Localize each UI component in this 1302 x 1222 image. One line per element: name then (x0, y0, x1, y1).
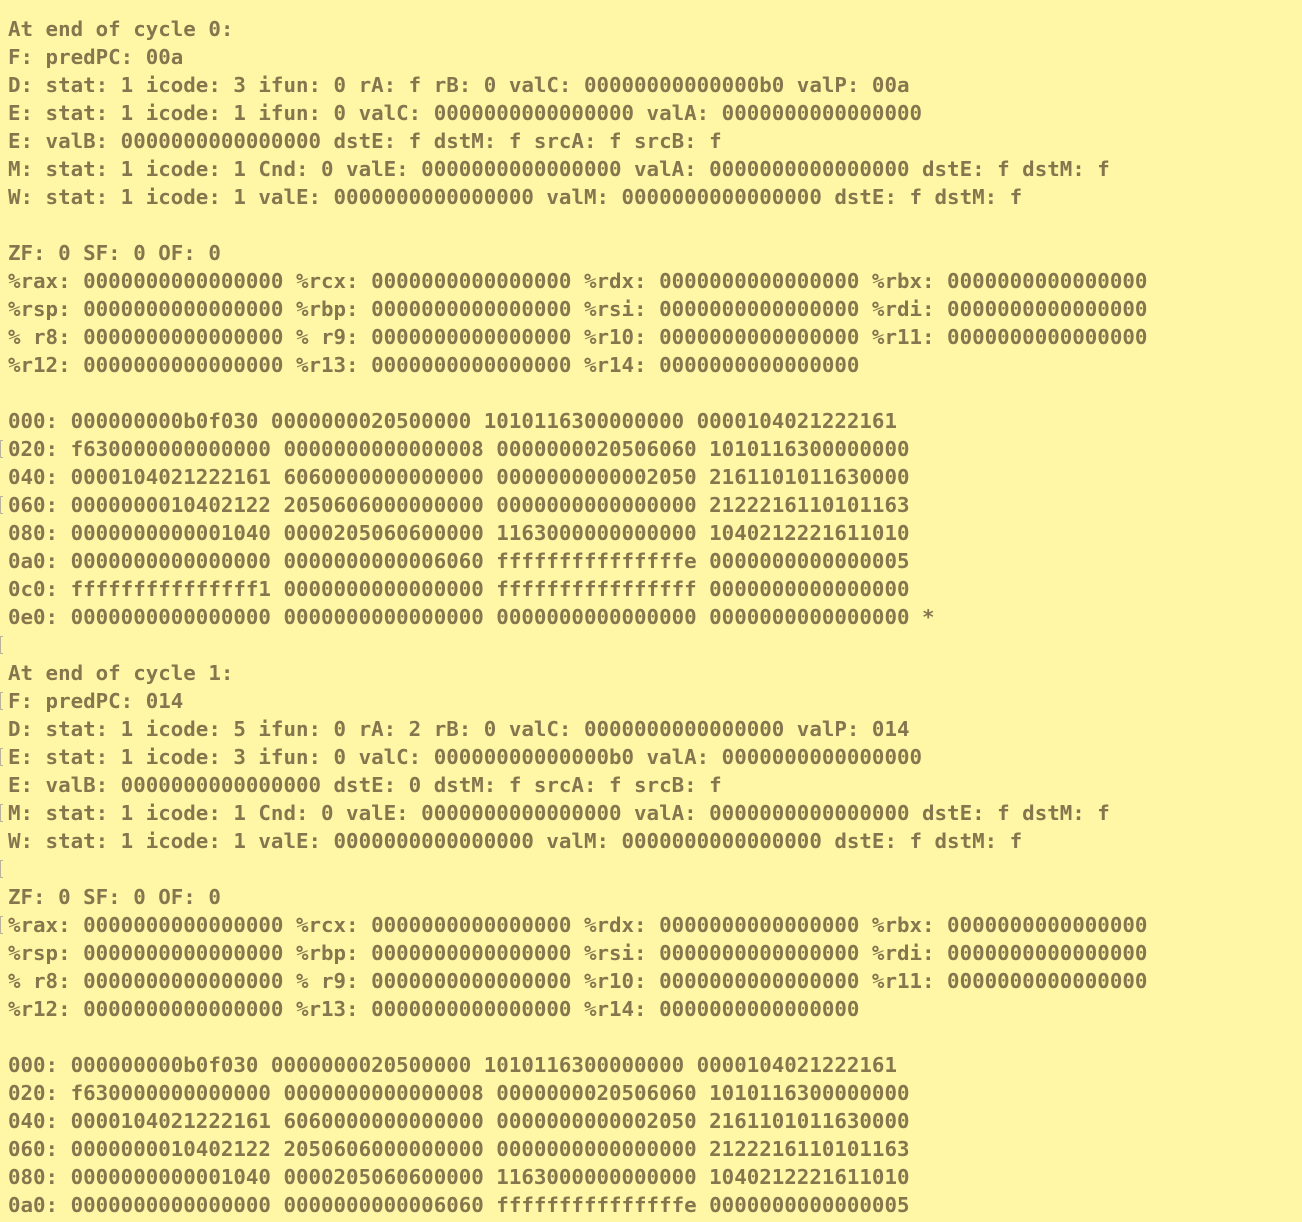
terminal-window[interactable]: At end of cycle 0: F: predPC: 00a D: stat:… (0, 0, 1302, 1222)
terminal-line: D: stat: 1 icode: 5 ifun: 0 rA: 2 rB: 0 … (8, 717, 910, 741)
terminal-line: 060: 0000000010402122 2050606000000000 0… (8, 493, 910, 517)
terminal-line: D: stat: 1 icode: 3 ifun: 0 rA: f rB: 0 … (8, 73, 910, 97)
terminal-line: 020: f630000000000000 0000000000000008 0… (8, 437, 910, 461)
terminal-line: 080: 0000000000001040 0000205060600000 1… (8, 521, 910, 545)
terminal-line: F: predPC: 014 (8, 689, 184, 713)
terminal-line: M: stat: 1 icode: 1 Cnd: 0 valE: 0000000… (8, 157, 1110, 181)
terminal-line: %rsp: 0000000000000000 %rbp: 00000000000… (8, 297, 1148, 321)
terminal-line: %r12: 0000000000000000 %r13: 00000000000… (8, 353, 860, 377)
terminal-line: ZF: 0 SF: 0 OF: 0 (8, 241, 221, 265)
terminal-line: 080: 0000000000001040 0000205060600000 1… (8, 1165, 910, 1189)
selection-marker (0, 636, 3, 654)
terminal-line: %rax: 0000000000000000 %rcx: 00000000000… (8, 269, 1148, 293)
terminal-line: ZF: 0 SF: 0 OF: 0 (8, 885, 221, 909)
terminal-line: M: stat: 1 icode: 1 Cnd: 0 valE: 0000000… (8, 801, 1110, 825)
terminal-line: W: stat: 1 icode: 1 valE: 00000000000000… (8, 829, 1023, 853)
terminal-line: %rsp: 0000000000000000 %rbp: 00000000000… (8, 941, 1148, 965)
terminal-line: E: valB: 0000000000000000 dstE: f dstM: … (8, 129, 722, 153)
terminal-line: E: valB: 0000000000000000 dstE: 0 dstM: … (8, 773, 722, 797)
terminal-line: % r8: 0000000000000000 % r9: 00000000000… (8, 969, 1148, 993)
selection-marker (0, 440, 3, 458)
selection-marker (0, 748, 3, 766)
terminal-line: At end of cycle 0: (8, 17, 234, 41)
terminal-line: 020: f630000000000000 0000000000000008 0… (8, 1081, 910, 1105)
terminal-line: % r8: 0000000000000000 % r9: 00000000000… (8, 325, 1148, 349)
selection-marker (0, 496, 3, 514)
terminal-line: 0c0: fffffffffffffff1 0000000000000000 f… (8, 577, 910, 601)
terminal-line: At end of cycle 1: (8, 661, 234, 685)
terminal-line: 060: 0000000010402122 2050606000000000 0… (8, 1137, 910, 1161)
selection-marker (0, 860, 3, 878)
terminal-line: 040: 0000104021222161 6060000000000000 0… (8, 1109, 910, 1133)
terminal-line: 000: 000000000b0f030 0000000020500000 10… (8, 409, 897, 433)
terminal-line: F: predPC: 00a (8, 45, 184, 69)
terminal-line: E: stat: 1 icode: 3 ifun: 0 valC: 000000… (8, 745, 923, 769)
selection-marker (0, 804, 3, 822)
terminal-line: %r12: 0000000000000000 %r13: 00000000000… (8, 997, 860, 1021)
terminal-line: 0a0: 0000000000000000 0000000000006060 f… (8, 1193, 910, 1217)
terminal-line: %rax: 0000000000000000 %rcx: 00000000000… (8, 913, 1148, 937)
selection-marker (0, 916, 3, 934)
terminal-line: 040: 0000104021222161 6060000000000000 0… (8, 465, 910, 489)
terminal-line: 000: 000000000b0f030 0000000020500000 10… (8, 1053, 897, 1077)
terminal-line: 0a0: 0000000000000000 0000000000006060 f… (8, 549, 910, 573)
terminal-line: 0e0: 0000000000000000 0000000000000000 0… (8, 605, 935, 629)
selection-marker (0, 692, 3, 710)
terminal-line: E: stat: 1 icode: 1 ifun: 0 valC: 000000… (8, 101, 923, 125)
terminal-line: W: stat: 1 icode: 1 valE: 00000000000000… (8, 185, 1023, 209)
